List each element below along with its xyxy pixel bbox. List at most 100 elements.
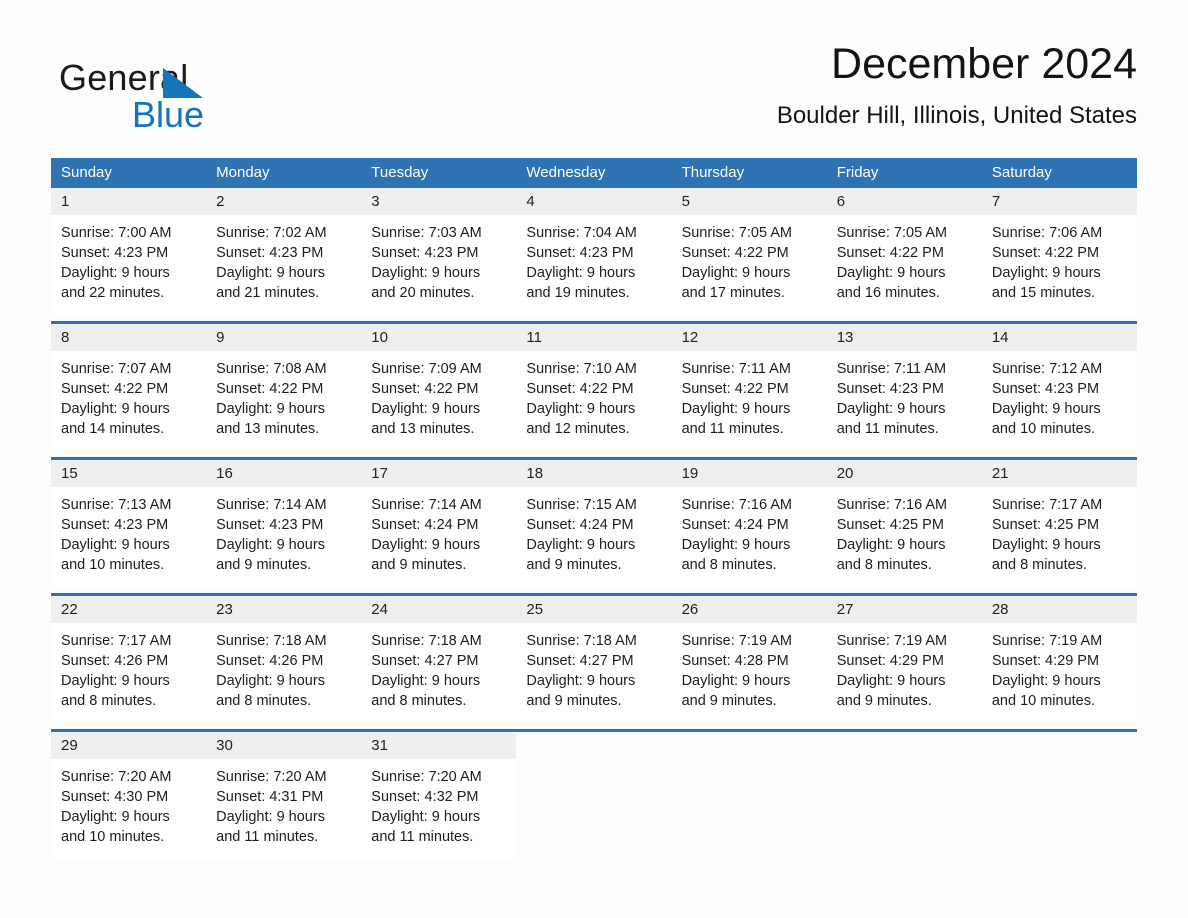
day-number-9[interactable]: 9 [206,324,361,351]
day-sunset-text: Sunset: 4:22 PM [526,381,634,397]
day-cell-26[interactable]: Sunrise: 7:19 AM Sunset: 4:28 PM Daylight:… [672,623,827,723]
day-cell-9[interactable]: Sunrise: 7:08 AM Sunset: 4:22 PM Daylight:… [206,351,361,451]
day-daylight-line1-text: Daylight: 9 hours [991,673,1101,689]
day-sunrise-text: Sunrise: 7:02 AM [216,225,327,241]
day-cell-11[interactable]: Sunrise: 7:10 AM Sunset: 4:22 PM Daylight:… [516,351,671,451]
day-number-26[interactable]: 26 [672,596,827,623]
day-number-2[interactable]: 2 [206,188,361,215]
day-number-30[interactable]: 30 [206,732,361,759]
weekday-header-thursday: Thursday [681,164,745,181]
day-number-27[interactable]: 27 [827,596,982,623]
calendar-week-row: 15 16 17 18 19 20 21 Sunrise: 7:13 AM Sunset: 4:… [51,457,1137,587]
day-number-28[interactable]: 28 [982,596,1137,623]
day-daylight-line2-text: and 16 minutes. [836,285,940,301]
day-sunset-text: Sunset: 4:22 PM [681,245,789,261]
day-cell-13[interactable]: Sunrise: 7:11 AM Sunset: 4:23 PM Daylight:… [827,351,982,451]
day-sunrise-text: Sunrise: 7:00 AM [61,225,172,241]
day-number-4[interactable]: 4 [516,188,671,215]
day-daylight-line1-text: Daylight: 9 hours [991,265,1101,281]
day-number-24[interactable]: 24 [361,596,516,623]
day-cell-16[interactable]: Sunrise: 7:14 AM Sunset: 4:23 PM Daylight:… [206,487,361,587]
day-number-21[interactable]: 21 [982,460,1137,487]
day-number-17[interactable]: 17 [361,460,516,487]
day-daylight-line2-text: and 9 minutes. [216,557,312,573]
day-number-15[interactable]: 15 [51,460,206,487]
day-daylight-line1-text: Daylight: 9 hours [371,537,481,553]
day-number-20[interactable]: 20 [827,460,982,487]
day-daylight-line2-text: and 9 minutes. [836,693,932,709]
day-number-22[interactable]: 22 [51,596,206,623]
day-cell-1[interactable]: Sunrise: 7:00 AM Sunset: 4:23 PM Daylight:… [51,215,206,315]
day-sunrise-text: Sunrise: 7:18 AM [371,633,482,649]
day-daylight-line2-text: and 10 minutes. [61,557,165,573]
day-cell-6[interactable]: Sunrise: 7:05 AM Sunset: 4:22 PM Daylight:… [827,215,982,315]
day-cell-10[interactable]: Sunrise: 7:09 AM Sunset: 4:22 PM Daylight:… [361,351,516,451]
day-daylight-line1-text: Daylight: 9 hours [836,265,946,281]
day-daylight-line2-text: and 13 minutes. [216,421,320,437]
day-sunrise-text: Sunrise: 7:12 AM [991,361,1103,377]
day-daylight-line2-text: and 15 minutes. [991,285,1096,301]
day-cell-empty [826,759,982,859]
general-blue-logo[interactable]: General Blue [59,52,339,138]
day-cell-21[interactable]: Sunrise: 7:17 AM Sunset: 4:25 PM Daylight:… [982,487,1137,587]
day-number-5[interactable]: 5 [672,188,827,215]
day-cell-17[interactable]: Sunrise: 7:14 AM Sunset: 4:24 PM Daylight:… [361,487,516,587]
day-cell-22[interactable]: Sunrise: 7:17 AM Sunset: 4:26 PM Daylight:… [51,623,206,723]
day-number-3[interactable]: 3 [361,188,516,215]
day-number-23[interactable]: 23 [206,596,361,623]
day-cell-14[interactable]: Sunrise: 7:12 AM Sunset: 4:23 PM Daylight:… [982,351,1137,451]
day-daylight-line1-text: Daylight: 9 hours [61,537,170,553]
page-title: December 2024 [831,40,1137,88]
day-cell-4[interactable]: Sunrise: 7:04 AM Sunset: 4:23 PM Daylight:… [516,215,671,315]
day-sunset-text: Sunset: 4:26 PM [216,653,324,669]
day-cell-5[interactable]: Sunrise: 7:05 AM Sunset: 4:22 PM Daylight:… [672,215,827,315]
day-number-1[interactable]: 1 [51,188,206,215]
day-number-6[interactable]: 6 [827,188,982,215]
day-daylight-line1-text: Daylight: 9 hours [991,401,1101,417]
day-sunset-text: Sunset: 4:22 PM [61,381,169,397]
day-cell-24[interactable]: Sunrise: 7:18 AM Sunset: 4:27 PM Daylight:… [361,623,516,723]
day-cell-2[interactable]: Sunrise: 7:02 AM Sunset: 4:23 PM Daylight:… [206,215,361,315]
day-number-14[interactable]: 14 [982,324,1137,351]
day-cell-19[interactable]: Sunrise: 7:16 AM Sunset: 4:24 PM Daylight:… [672,487,827,587]
day-sunrise-text: Sunrise: 7:11 AM [681,361,791,377]
day-number-25[interactable]: 25 [516,596,671,623]
day-cell-30[interactable]: Sunrise: 7:20 AM Sunset: 4:31 PM Daylight:… [206,759,361,859]
day-number-18[interactable]: 18 [516,460,671,487]
day-cell-12[interactable]: Sunrise: 7:11 AM Sunset: 4:22 PM Daylight:… [672,351,827,451]
day-daylight-line1-text: Daylight: 9 hours [216,673,325,689]
day-number-11[interactable]: 11 [516,324,671,351]
day-daylight-line1-text: Daylight: 9 hours [991,537,1101,553]
day-cell-7[interactable]: Sunrise: 7:06 AM Sunset: 4:22 PM Daylight:… [982,215,1137,315]
day-cell-15[interactable]: Sunrise: 7:13 AM Sunset: 4:23 PM Daylight:… [51,487,206,587]
day-number-31[interactable]: 31 [361,732,516,759]
day-number-8[interactable]: 8 [51,324,206,351]
day-cell-25[interactable]: Sunrise: 7:18 AM Sunset: 4:27 PM Daylight:… [516,623,671,723]
day-cell-29[interactable]: Sunrise: 7:20 AM Sunset: 4:30 PM Daylight:… [51,759,206,859]
day-cell-28[interactable]: Sunrise: 7:19 AM Sunset: 4:29 PM Daylight:… [982,623,1137,723]
day-sunset-text: Sunset: 4:25 PM [836,517,944,533]
day-sunrise-text: Sunrise: 7:18 AM [216,633,327,649]
day-number-16[interactable]: 16 [206,460,361,487]
day-daylight-line1-text: Daylight: 9 hours [681,673,791,689]
day-cell-27[interactable]: Sunrise: 7:19 AM Sunset: 4:29 PM Daylight:… [827,623,982,723]
day-sunrise-text: Sunrise: 7:08 AM [216,361,327,377]
day-number-13[interactable]: 13 [827,324,982,351]
day-sunrise-text: Sunrise: 7:14 AM [371,497,482,513]
weekday-header-tuesday: Tuesday [371,164,429,181]
day-cell-8[interactable]: Sunrise: 7:07 AM Sunset: 4:22 PM Daylight:… [51,351,206,451]
day-cell-31[interactable]: Sunrise: 7:20 AM Sunset: 4:32 PM Daylight:… [361,759,516,859]
day-cell-18[interactable]: Sunrise: 7:15 AM Sunset: 4:24 PM Daylight:… [516,487,671,587]
day-cell-20[interactable]: Sunrise: 7:16 AM Sunset: 4:25 PM Daylight:… [827,487,982,587]
day-number-19[interactable]: 19 [672,460,827,487]
day-number-10[interactable]: 10 [361,324,516,351]
day-cell-3[interactable]: Sunrise: 7:03 AM Sunset: 4:23 PM Daylight:… [361,215,516,315]
day-daylight-line2-text: and 11 minutes. [371,829,474,845]
day-number-12[interactable]: 12 [672,324,827,351]
day-number-7[interactable]: 7 [982,188,1137,215]
calendar-grid: Sunday Monday Tuesday Wednesday Thursday Frid… [51,158,1137,859]
day-cell-23[interactable]: Sunrise: 7:18 AM Sunset: 4:26 PM Daylight:… [206,623,361,723]
day-number-29[interactable]: 29 [51,732,206,759]
day-daylight-line1-text: Daylight: 9 hours [526,265,636,281]
day-daylight-line1-text: Daylight: 9 hours [836,401,946,417]
